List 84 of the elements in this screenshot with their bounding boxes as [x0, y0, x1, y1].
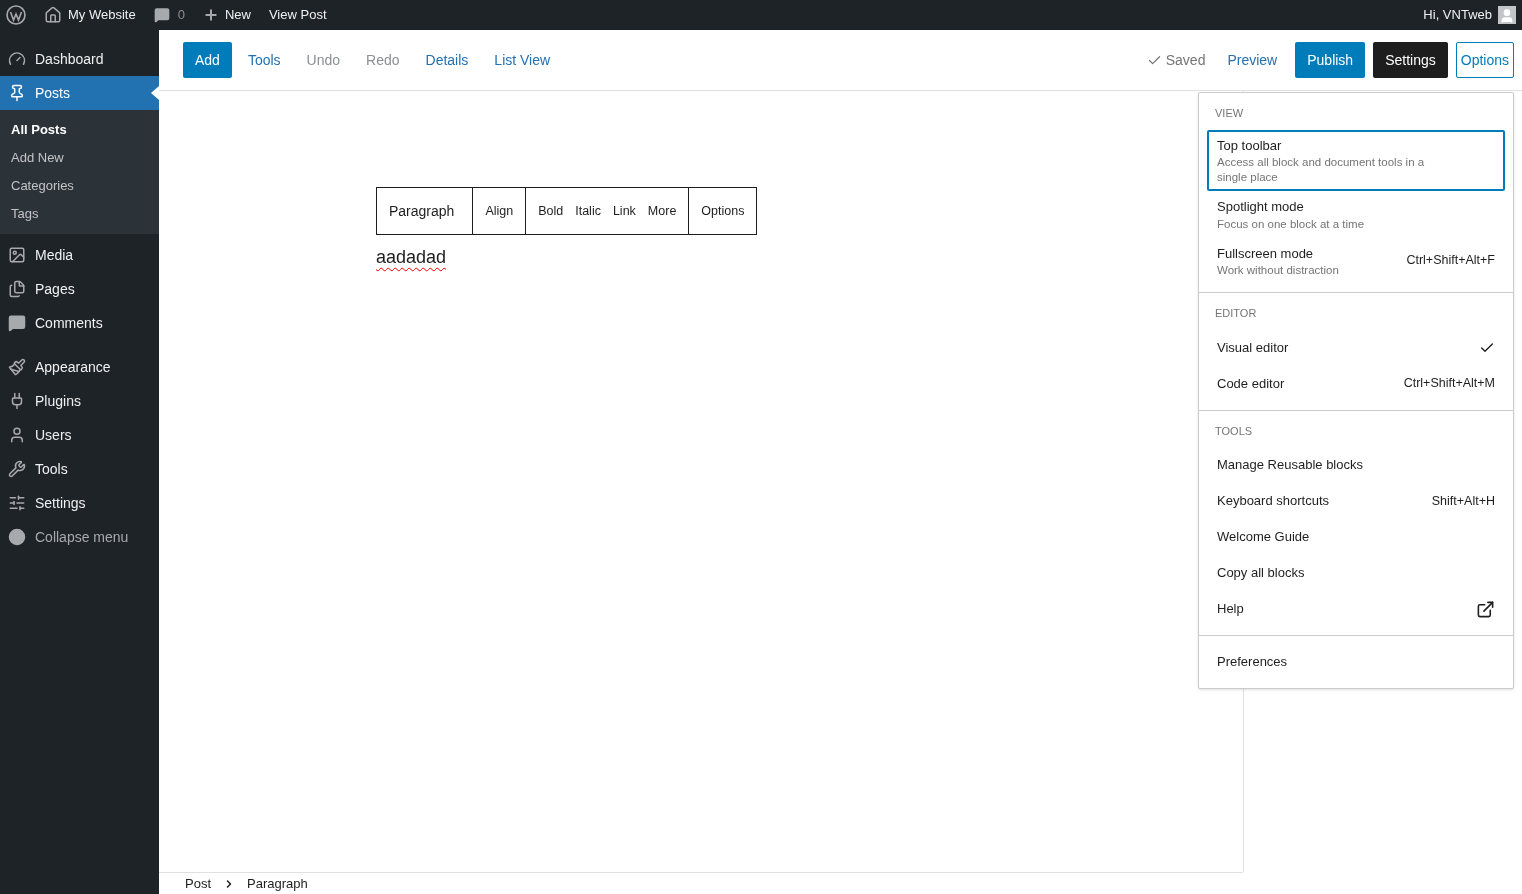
item-title: Manage Reusable blocks [1217, 456, 1363, 475]
speech-bubble-icon [153, 7, 170, 23]
menu-item[interactable]: Fullscreen mode Work without distraction Ctrl+Shift+Alt+F [1207, 237, 1505, 284]
home-icon [44, 6, 62, 24]
item-title: Visual editor [1217, 338, 1289, 357]
item-title: Preferences [1217, 653, 1288, 672]
item-description: Work without distraction [1217, 263, 1339, 278]
menu-item[interactable]: Spotlight mode Focus on one block at a time [1207, 191, 1505, 238]
greeting[interactable]: Hi, VNTweb [1423, 5, 1492, 25]
sidebar-item[interactable]: Settings [0, 486, 159, 520]
item-title: Spotlight mode [1217, 198, 1305, 216]
comments-link[interactable]: 0 [153, 5, 185, 25]
menu-item[interactable]: Visual editor [1207, 329, 1505, 366]
sidebar-item[interactable]: Dashboard [0, 42, 159, 76]
menu-item[interactable]: Code editor Ctrl+Shift+Alt+M [1207, 365, 1505, 402]
saved-status: Saved [1146, 49, 1206, 71]
sliders-icon [8, 494, 26, 512]
current-pointer [151, 86, 159, 100]
sidebar-item[interactable]: Collapse menu [0, 520, 159, 554]
wrench-icon [8, 460, 26, 478]
sidebar-item[interactable]: Users [0, 418, 159, 452]
toolbar-link[interactable]: List View [484, 42, 561, 78]
view-post-link[interactable]: View Post [268, 5, 327, 25]
section-heading: TOOLS [1214, 423, 1254, 439]
options-button[interactable]: Options [1455, 42, 1514, 78]
breadcrumb-link[interactable]: Paragraph [247, 873, 308, 894]
user-icon [8, 426, 26, 444]
item-title: Fullscreen mode [1217, 244, 1315, 263]
shortcut: Shift+Alt+H [1431, 492, 1495, 510]
item-title: Top toolbar [1217, 136, 1283, 155]
section-heading: EDITOR [1214, 306, 1258, 321]
breadcrumb-link[interactable]: Post [185, 873, 211, 894]
publish-button[interactable]: Publish [1295, 42, 1366, 78]
menu-item[interactable]: Top toolbar Access all block and document tools in a single place [1207, 129, 1505, 191]
gauge-icon [8, 50, 26, 68]
block-toolbar-button[interactable]: Bold [532, 188, 570, 234]
item-title: Keyboard shortcuts [1217, 492, 1329, 511]
item-title: Code editor [1217, 374, 1285, 393]
sidebar-item[interactable]: Media [0, 238, 159, 272]
block-toolbar-button[interactable]: More [641, 188, 683, 234]
sidebar-item[interactable]: Plugins [0, 384, 159, 418]
sidebar-item[interactable]: Pages [0, 272, 159, 306]
menu-item[interactable]: Manage Reusable blocks [1207, 447, 1505, 483]
sidebar-item[interactable]: Appearance [0, 350, 159, 384]
paintbrush-icon [8, 358, 26, 376]
submenu-item[interactable]: Tags [0, 200, 159, 228]
new-link[interactable]: New [202, 5, 251, 25]
image-icon [8, 246, 26, 264]
menu-item[interactable]: Keyboard shortcuts Shift+Alt+H [1207, 483, 1505, 519]
submenu-item[interactable]: All Posts [0, 116, 159, 144]
toolbar-link[interactable]: Details [415, 42, 479, 78]
site-link[interactable]: My Website [44, 5, 136, 25]
settings-button[interactable]: Settings [1373, 42, 1448, 78]
item-description: Focus on one block at a time [1217, 216, 1365, 232]
submenu-item[interactable]: Categories [0, 172, 159, 200]
sidebar-item[interactable]: Tools [0, 452, 159, 486]
menu-item[interactable]: Preferences [1207, 644, 1505, 680]
menu-item[interactable]: Help [1207, 591, 1505, 627]
plus-icon [202, 7, 219, 23]
item-title: Welcome Guide [1217, 528, 1310, 547]
shortcut: Ctrl+Shift+Alt+F [1406, 252, 1495, 270]
shortcut: Ctrl+Shift+Alt+M [1403, 375, 1495, 393]
toolbar-link[interactable]: Preview [1217, 42, 1288, 78]
logo-icon[interactable] [6, 5, 26, 25]
sidebar-item[interactable]: Posts [0, 76, 159, 110]
sidebar-item[interactable]: Comments [0, 306, 159, 340]
menu-item[interactable]: Welcome Guide [1207, 519, 1505, 555]
toolbar-link[interactable]: Tools [237, 42, 291, 78]
add-button[interactable]: Add [183, 42, 232, 78]
menu-item[interactable]: Copy all blocks [1207, 555, 1505, 591]
block-toolbar-button[interactable]: Options [695, 188, 751, 234]
section-heading: VIEW [1214, 106, 1245, 121]
block-toolbar-button[interactable]: Paragraph [383, 188, 461, 234]
item-title: Copy all blocks [1217, 564, 1305, 583]
speech-bubble-icon [8, 314, 26, 332]
block-toolbar-button[interactable]: Link [606, 188, 642, 234]
pin-icon [8, 84, 26, 102]
submenu-item[interactable]: Add New [0, 144, 159, 172]
block-toolbar-button[interactable]: Italic [569, 188, 607, 234]
item-title: Help [1217, 600, 1244, 619]
block-toolbar-button[interactable]: Align [479, 188, 520, 234]
external-link-icon [1476, 599, 1495, 619]
item-description: Access all block and document tools in a single place [1217, 155, 1426, 185]
pages-icon [8, 280, 26, 298]
